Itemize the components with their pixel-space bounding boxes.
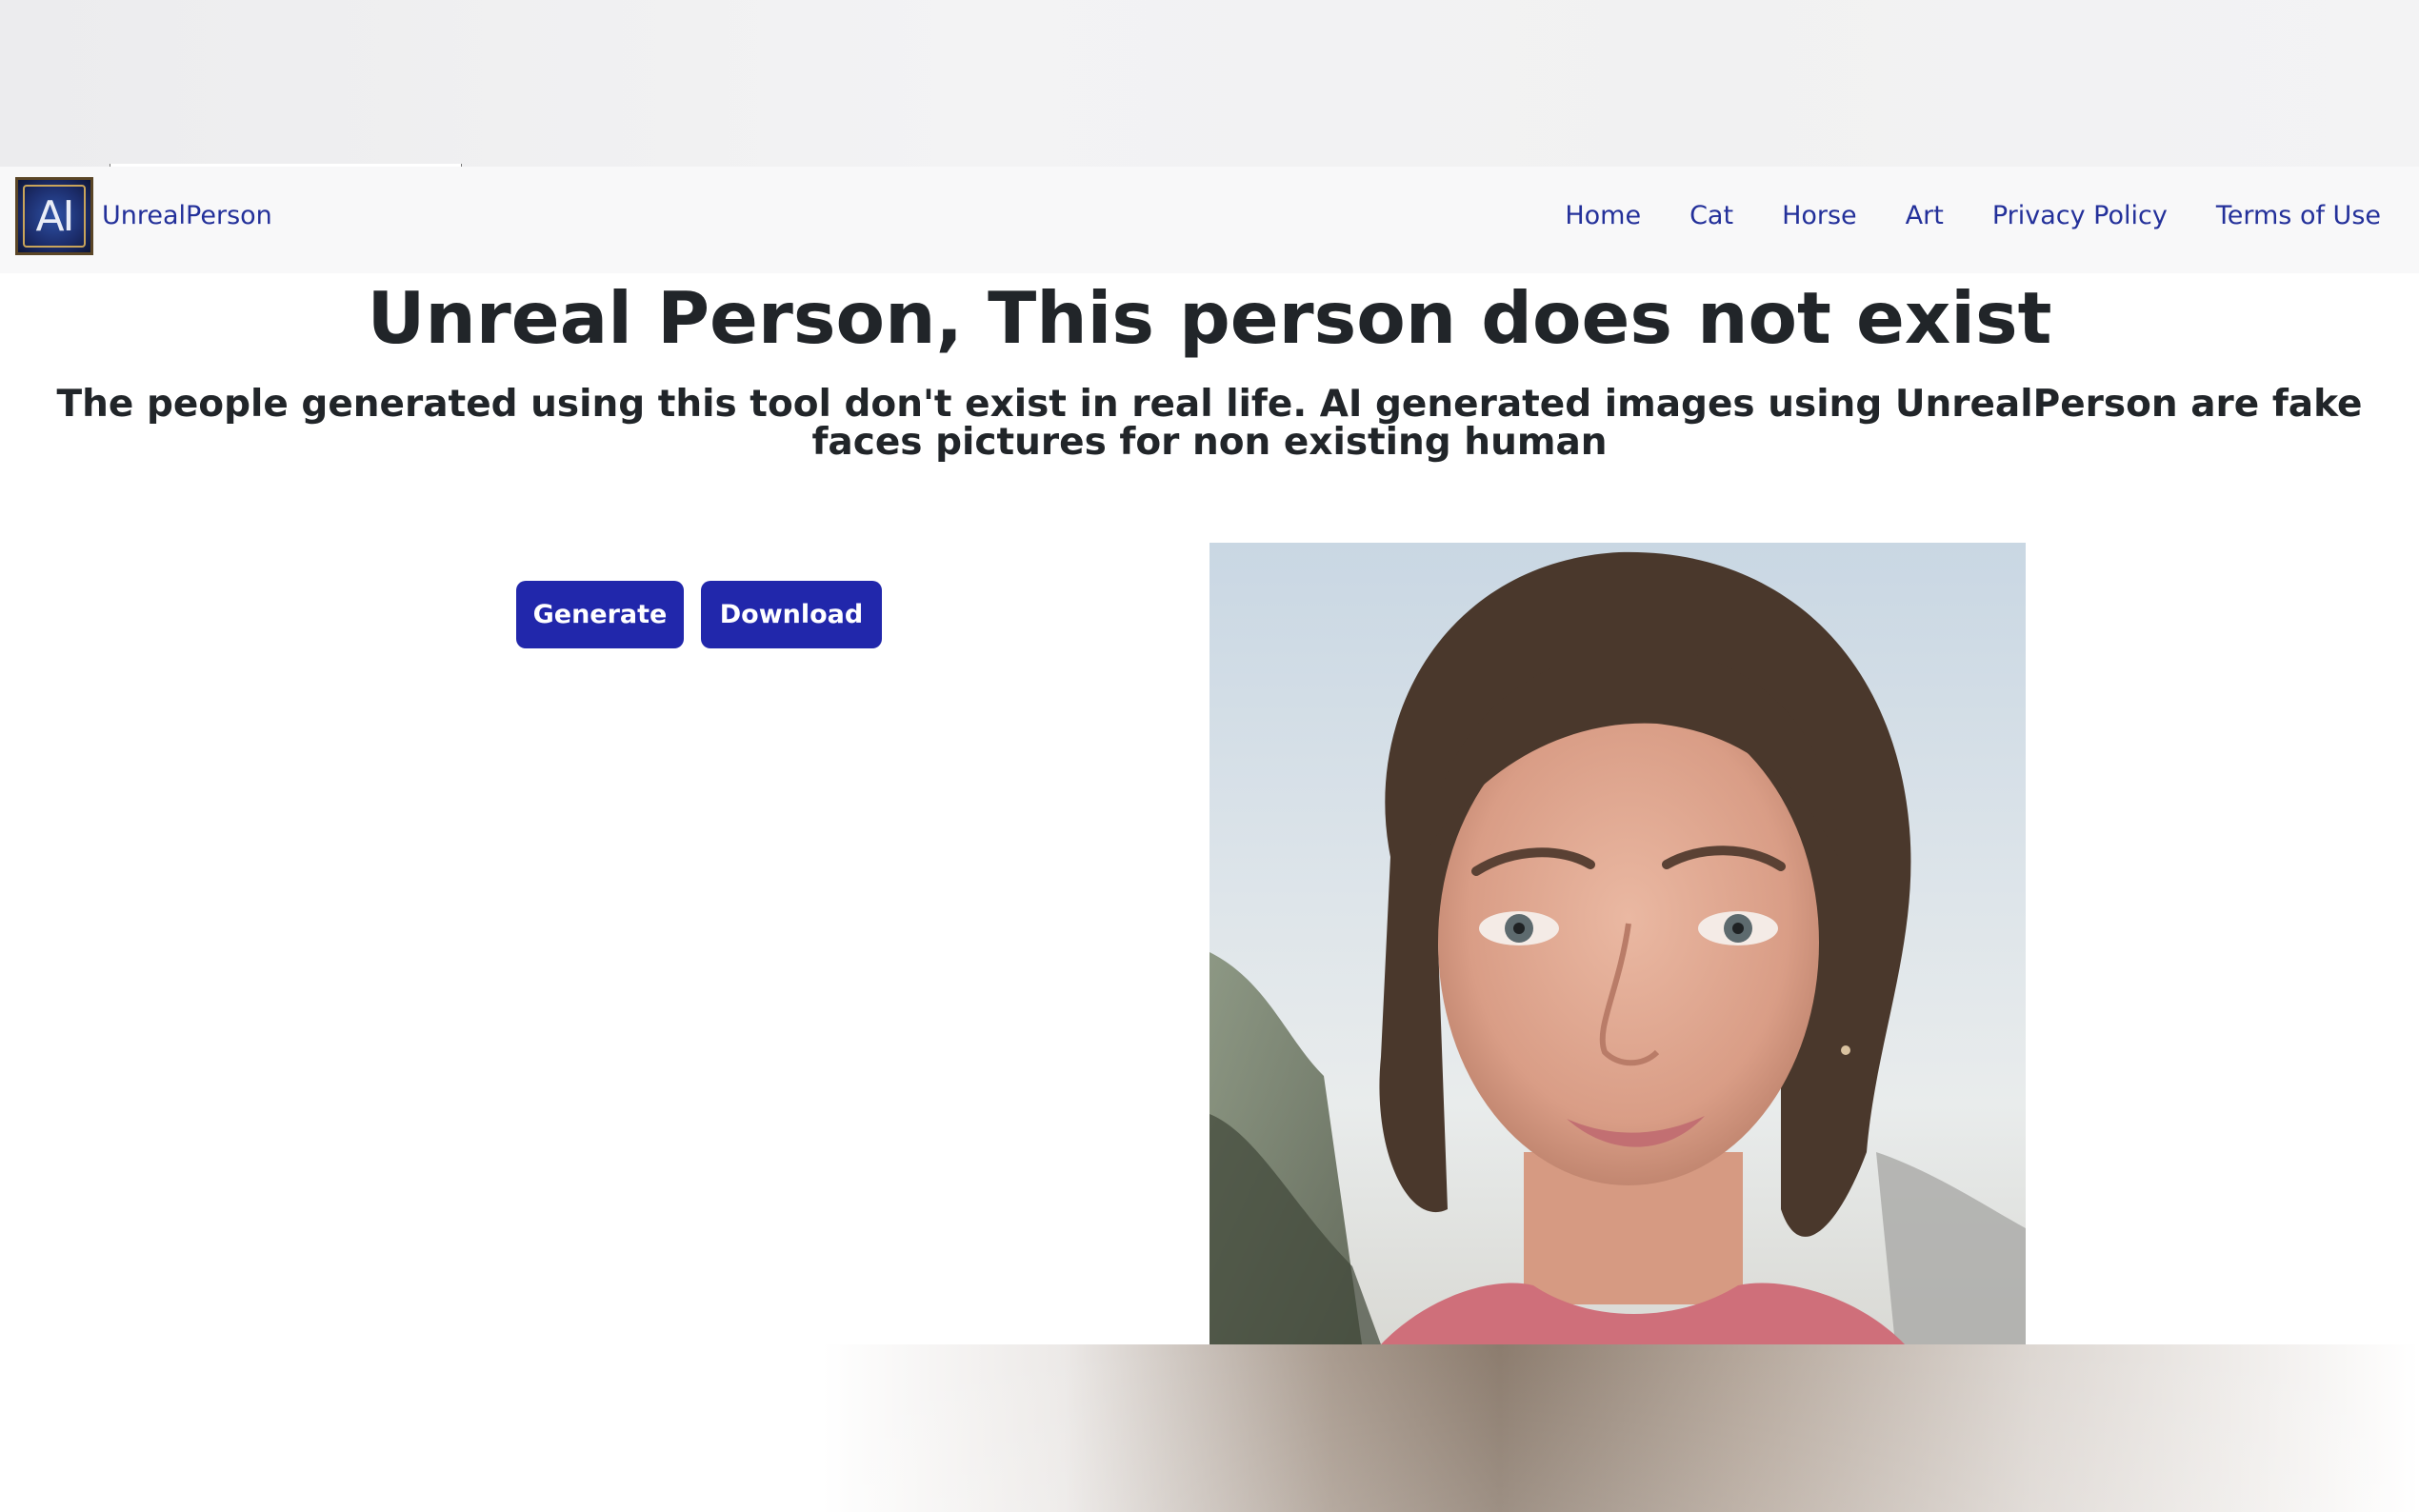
page-title: Unreal Person, This person does not exis… <box>367 276 2052 360</box>
nav-links: Home Cat Horse Art Privacy Policy Terms … <box>1565 201 2381 230</box>
generate-button[interactable]: Generate <box>516 581 684 648</box>
download-button[interactable]: Download <box>701 581 882 648</box>
generated-face-illustration <box>1210 551 2026 1344</box>
nav-link-home[interactable]: Home <box>1565 201 1641 230</box>
navbar: AI UnrealPerson Home Cat Horse Art Priva… <box>0 167 2419 273</box>
logo-text: AI <box>35 192 74 241</box>
nav-link-horse[interactable]: Horse <box>1782 201 1857 230</box>
nav-link-terms-of-use[interactable]: Terms of Use <box>2216 201 2381 230</box>
brand-link[interactable]: UnrealPerson <box>102 201 272 230</box>
nav-link-privacy-policy[interactable]: Privacy Policy <box>1992 201 2168 230</box>
nav-link-cat[interactable]: Cat <box>1689 201 1733 230</box>
blurred-browser-chrome <box>0 0 2419 167</box>
ai-logo-icon[interactable]: AI <box>15 177 93 255</box>
page-subtitle: The people generated using this tool don… <box>56 383 2363 464</box>
generated-face-image <box>1210 543 2026 1344</box>
nav-link-art[interactable]: Art <box>1906 201 1944 230</box>
bottom-fade <box>0 1344 2419 1512</box>
